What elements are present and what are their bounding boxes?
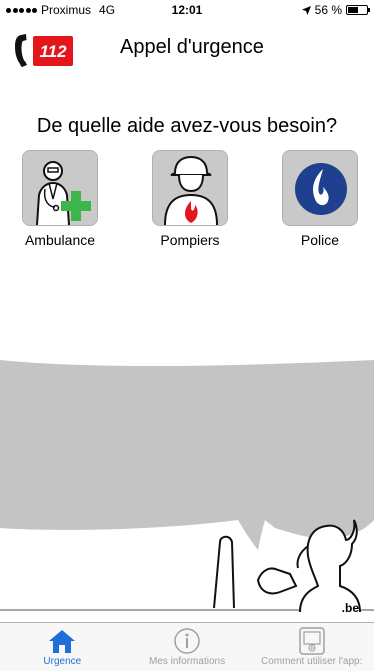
tab-urgence-label: Urgence (43, 656, 82, 667)
hand-outline (256, 567, 298, 595)
tab-mes-informations-label: Mes informations (148, 656, 226, 667)
home-icon (49, 630, 76, 653)
police-button[interactable]: Police (275, 150, 365, 248)
police-label: Police (300, 232, 340, 248)
page-title: Appel d'urgence (120, 36, 264, 58)
help-question: De quelle aide avez-vous besoin? (36, 115, 338, 137)
operator-speech-bubble-illustration (0, 360, 374, 613)
emergency-112-logo: 112 (15, 34, 73, 67)
firefighters-label: Pompiers (160, 232, 220, 248)
speech-bubble-shape (0, 360, 374, 550)
police-tile (282, 150, 358, 226)
status-bar: Proximus 4G 12:01 56 % (0, 0, 374, 20)
status-right: 56 % (301, 3, 370, 17)
ambulance-button[interactable]: Ambulance (15, 150, 105, 248)
service-options: Ambulance Pompiers Police (0, 150, 374, 250)
tab-comment-utiliser-label: Comment utiliser l'app: (260, 656, 363, 667)
firefighters-button[interactable]: Pompiers (145, 150, 235, 248)
tab-comment-utiliser[interactable]: Comment utiliser l'app: (249, 623, 374, 671)
location-arrow-icon (301, 5, 311, 15)
monitor-outline (213, 535, 235, 609)
tab-mes-informations[interactable]: Mes informations (125, 623, 250, 671)
header: 112 Appel d'urgence (0, 28, 374, 72)
headset-outline (296, 545, 309, 569)
firefighter-icon (153, 151, 227, 225)
ambulance-label: Ambulance (24, 232, 96, 248)
firefighters-tile (152, 150, 228, 226)
tab-urgence[interactable]: Urgence (0, 623, 125, 671)
ambulance-tile (22, 150, 98, 226)
battery-percent: 56 % (314, 3, 342, 17)
be-logo: .be (341, 601, 359, 615)
battery-icon (346, 5, 370, 15)
ambulance-doctor-icon (23, 151, 97, 225)
tab-bar: Urgence Mes informations Comment utilise… (0, 622, 374, 671)
logo-number: 112 (39, 42, 67, 61)
police-flame-icon (283, 151, 357, 225)
video-icon (298, 627, 325, 655)
info-icon (174, 628, 200, 654)
